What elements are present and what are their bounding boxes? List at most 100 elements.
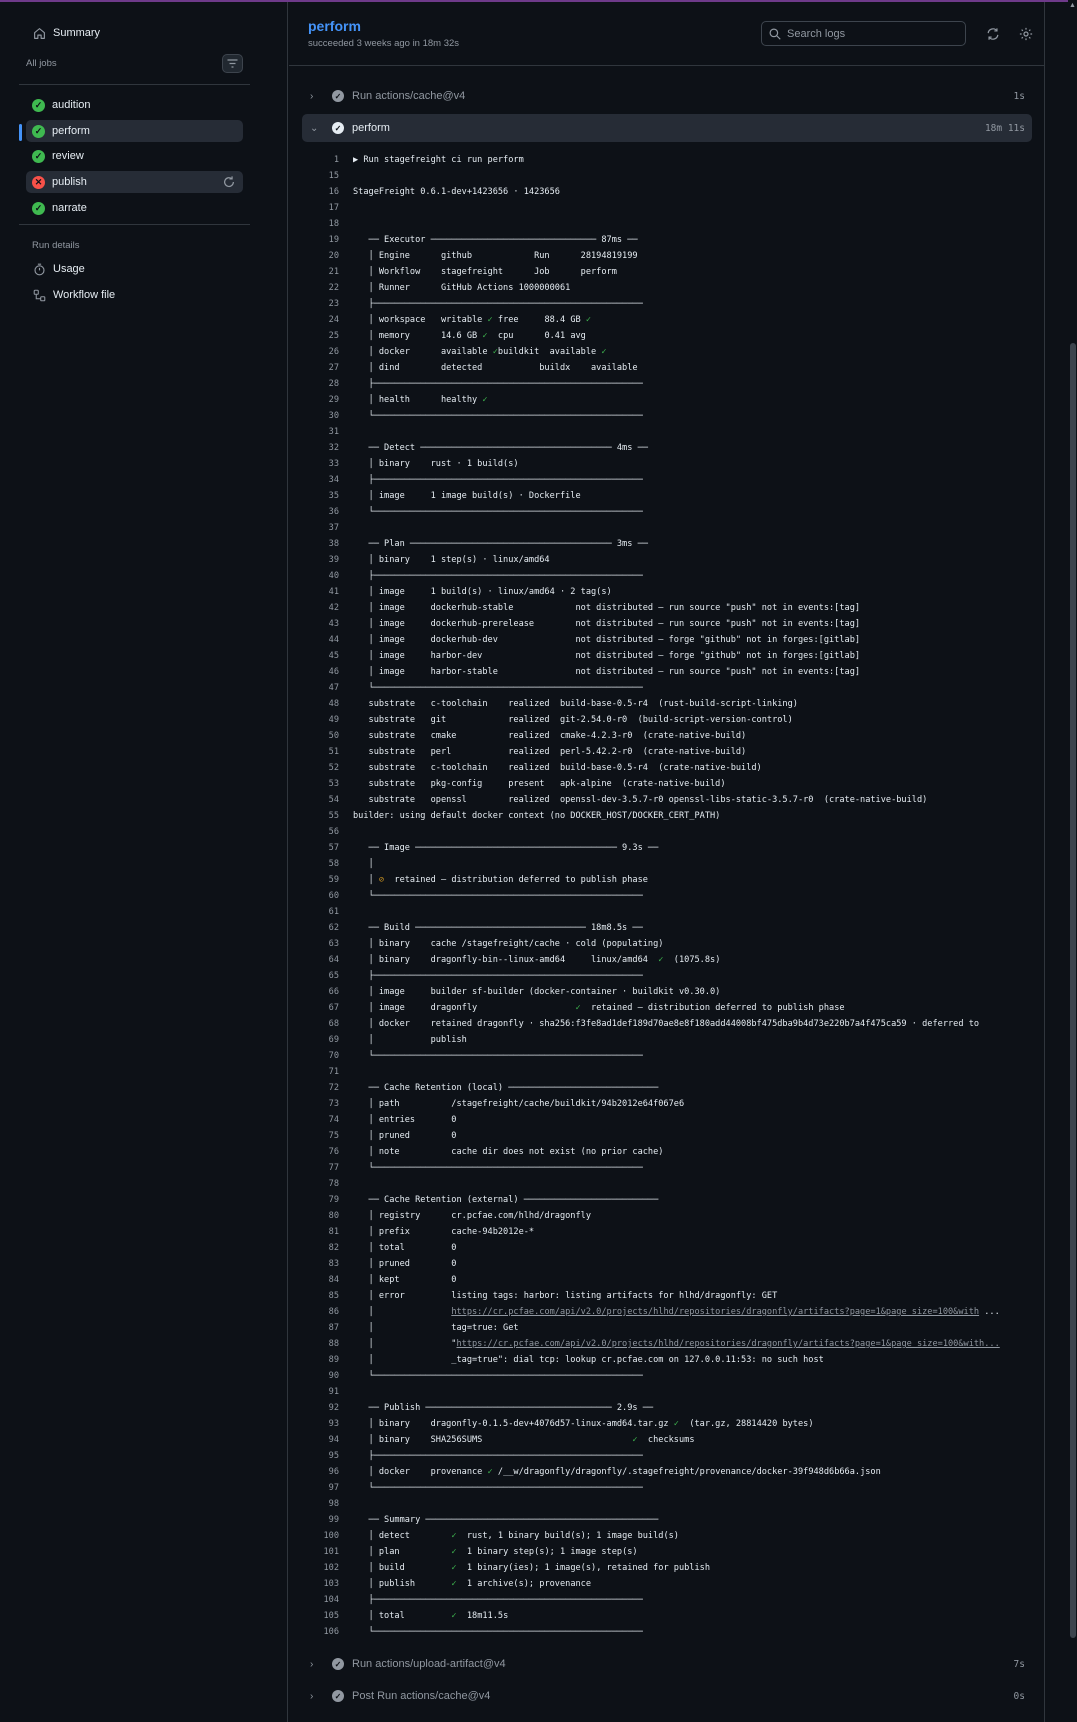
line-number[interactable]: 90 <box>289 1368 339 1384</box>
line-number[interactable]: 45 <box>289 648 339 664</box>
line-number[interactable]: 77 <box>289 1160 339 1176</box>
job-item-narrate[interactable]: ✓ narrate <box>26 197 243 219</box>
line-number[interactable]: 42 <box>289 600 339 616</box>
line-number[interactable]: 75 <box>289 1128 339 1144</box>
scroll-up-arrow[interactable]: ▲ <box>1068 2 1077 14</box>
line-number[interactable]: 27 <box>289 360 339 376</box>
workflow-file-link[interactable]: Workflow file <box>26 282 252 308</box>
line-number[interactable]: 20 <box>289 248 339 264</box>
line-number[interactable]: 67 <box>289 1000 339 1016</box>
line-number[interactable]: 49 <box>289 712 339 728</box>
refresh-button[interactable] <box>984 25 1001 42</box>
line-number[interactable]: 105 <box>289 1608 339 1624</box>
line-number[interactable]: 43 <box>289 616 339 632</box>
line-number[interactable]: 104 <box>289 1592 339 1608</box>
line-number[interactable]: 79 <box>289 1192 339 1208</box>
line-number[interactable]: 48 <box>289 696 339 712</box>
line-number[interactable]: 98 <box>289 1496 339 1512</box>
line-number[interactable]: 80 <box>289 1208 339 1224</box>
line-number[interactable]: 72 <box>289 1080 339 1096</box>
filter-button[interactable] <box>222 54 243 73</box>
line-number[interactable]: 22 <box>289 280 339 296</box>
line-number[interactable]: 39 <box>289 552 339 568</box>
line-number[interactable]: 18 <box>289 216 339 232</box>
step-upload-artifact[interactable]: › ✓ Run actions/upload-artifact@v4 7s <box>302 1650 1032 1678</box>
line-number[interactable]: 33 <box>289 456 339 472</box>
line-number[interactable]: 37 <box>289 520 339 536</box>
line-number[interactable]: 35 <box>289 488 339 504</box>
line-number[interactable]: 16 <box>289 184 339 200</box>
line-number[interactable]: 89 <box>289 1352 339 1368</box>
job-title[interactable]: perform <box>308 18 361 34</box>
line-number[interactable]: 61 <box>289 904 339 920</box>
line-number[interactable]: 19 <box>289 232 339 248</box>
line-number[interactable]: 21 <box>289 264 339 280</box>
line-number[interactable]: 64 <box>289 952 339 968</box>
line-number[interactable]: 102 <box>289 1560 339 1576</box>
line-number[interactable]: 85 <box>289 1288 339 1304</box>
line-number[interactable]: 78 <box>289 1176 339 1192</box>
step-post-cache[interactable]: › ✓ Post Run actions/cache@v4 0s <box>302 1682 1032 1710</box>
rerun-job-icon[interactable] <box>222 175 236 189</box>
line-number[interactable]: 28 <box>289 376 339 392</box>
line-number[interactable]: 52 <box>289 760 339 776</box>
scrollbar-thumb[interactable] <box>1070 343 1076 1638</box>
line-number[interactable]: 54 <box>289 792 339 808</box>
usage-link[interactable]: Usage <box>26 256 252 282</box>
line-number[interactable]: 30 <box>289 408 339 424</box>
line-number[interactable]: 41 <box>289 584 339 600</box>
line-number[interactable]: 99 <box>289 1512 339 1528</box>
line-number[interactable]: 31 <box>289 424 339 440</box>
line-number[interactable]: 23 <box>289 296 339 312</box>
line-number[interactable]: 62 <box>289 920 339 936</box>
line-number[interactable]: 25 <box>289 328 339 344</box>
line-number[interactable]: 60 <box>289 888 339 904</box>
settings-button[interactable] <box>1017 25 1034 42</box>
search-logs-box[interactable] <box>761 21 966 46</box>
line-number[interactable]: 101 <box>289 1544 339 1560</box>
search-logs-input[interactable] <box>787 27 957 40</box>
line-number[interactable]: 73 <box>289 1096 339 1112</box>
line-number[interactable]: 96 <box>289 1464 339 1480</box>
line-number[interactable]: 47 <box>289 680 339 696</box>
line-number[interactable]: 36 <box>289 504 339 520</box>
line-number[interactable]: 81 <box>289 1224 339 1240</box>
line-number[interactable]: 68 <box>289 1016 339 1032</box>
line-number[interactable]: 17 <box>289 200 339 216</box>
line-number[interactable]: 76 <box>289 1144 339 1160</box>
line-number[interactable]: 103 <box>289 1576 339 1592</box>
line-number[interactable]: 66 <box>289 984 339 1000</box>
line-number[interactable]: 57 <box>289 840 339 856</box>
summary-link[interactable]: Summary <box>26 20 252 46</box>
line-number[interactable]: 97 <box>289 1480 339 1496</box>
line-number[interactable]: 59 <box>289 872 339 888</box>
line-number[interactable]: 1 <box>289 152 339 168</box>
line-number[interactable]: 74 <box>289 1112 339 1128</box>
line-number[interactable]: 70 <box>289 1048 339 1064</box>
line-number[interactable]: 24 <box>289 312 339 328</box>
line-number[interactable]: 69 <box>289 1032 339 1048</box>
job-item-audition[interactable]: ✓ audition <box>26 94 243 116</box>
line-number[interactable]: 53 <box>289 776 339 792</box>
line-number[interactable]: 84 <box>289 1272 339 1288</box>
line-number[interactable]: 44 <box>289 632 339 648</box>
step-run-cache[interactable]: › ✓ Run actions/cache@v4 1s <box>302 82 1032 110</box>
line-number[interactable]: 92 <box>289 1400 339 1416</box>
line-number[interactable]: 65 <box>289 968 339 984</box>
line-number[interactable]: 63 <box>289 936 339 952</box>
line-number[interactable]: 26 <box>289 344 339 360</box>
line-number[interactable]: 94 <box>289 1432 339 1448</box>
line-number[interactable]: 83 <box>289 1256 339 1272</box>
line-number[interactable]: 82 <box>289 1240 339 1256</box>
line-number[interactable]: 40 <box>289 568 339 584</box>
step-perform[interactable]: ⌄ ✓ perform 18m 11s <box>302 114 1032 142</box>
line-number[interactable]: 56 <box>289 824 339 840</box>
line-number[interactable]: 32 <box>289 440 339 456</box>
line-number[interactable]: 38 <box>289 536 339 552</box>
line-number[interactable]: 50 <box>289 728 339 744</box>
line-number[interactable]: 88 <box>289 1336 339 1352</box>
line-number[interactable]: 55 <box>289 808 339 824</box>
line-number[interactable]: 100 <box>289 1528 339 1544</box>
line-number[interactable]: 87 <box>289 1320 339 1336</box>
job-item-perform[interactable]: ✓ perform <box>26 120 243 142</box>
